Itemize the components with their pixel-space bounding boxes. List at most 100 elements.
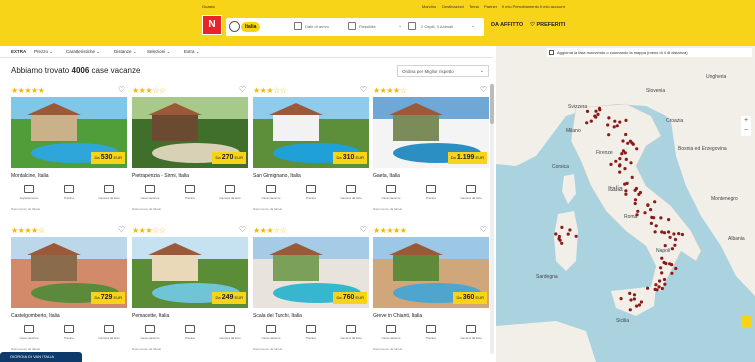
map-marker[interactable] xyxy=(663,244,667,248)
map-marker[interactable] xyxy=(626,141,630,145)
map-marker[interactable] xyxy=(568,228,572,232)
map-marker[interactable] xyxy=(668,235,672,239)
top-link[interactable]: Il mio account xyxy=(540,4,565,9)
listing-photo[interactable]: Da 360 EUR xyxy=(373,237,489,308)
map-marker[interactable] xyxy=(674,266,678,271)
map-marker[interactable] xyxy=(613,119,617,123)
map-marker[interactable] xyxy=(646,286,650,290)
heart-icon[interactable]: ♡ xyxy=(360,225,367,234)
map-marker[interactable] xyxy=(660,256,664,260)
map-marker[interactable] xyxy=(614,159,618,163)
sort-select[interactable]: Ordina per Miglior rispetto ⌄ xyxy=(397,65,489,77)
map-marker[interactable] xyxy=(585,121,589,125)
map-update-checkbox[interactable]: Aggiorna la lista muovendo o zoomando la… xyxy=(547,48,752,57)
listing-location[interactable]: Gaeta, Italia xyxy=(373,173,400,179)
map-marker[interactable] xyxy=(631,142,635,146)
map-marker[interactable] xyxy=(646,203,650,207)
listing-location[interactable]: Montalcine, Italia xyxy=(11,173,49,179)
map-marker[interactable] xyxy=(633,198,638,202)
filter-more[interactable]: Extra ⌄ xyxy=(184,49,200,55)
map-marker[interactable] xyxy=(662,260,666,265)
map-marker[interactable] xyxy=(598,108,602,112)
map-marker[interactable] xyxy=(673,243,677,247)
map-marker[interactable] xyxy=(660,271,664,275)
map-marker[interactable] xyxy=(639,300,643,304)
map[interactable]: Aggiorna la lista muovendo o zoomando la… xyxy=(496,46,755,362)
map-marker[interactable] xyxy=(670,247,674,251)
map-marker[interactable] xyxy=(574,234,578,238)
heart-icon[interactable]: ♡ xyxy=(239,85,246,94)
logo[interactable]: N xyxy=(202,15,222,35)
map-marker[interactable] xyxy=(612,125,616,129)
map-marker[interactable] xyxy=(628,291,632,295)
map-marker[interactable] xyxy=(623,151,627,155)
map-marker[interactable] xyxy=(633,188,637,192)
listing-photo[interactable]: Da 1.199 EUR xyxy=(373,97,489,168)
map-marker[interactable] xyxy=(619,297,623,301)
filter-extra[interactable]: EXTRA xyxy=(11,49,26,54)
country-pill[interactable]: Italia xyxy=(241,22,261,32)
map-marker[interactable] xyxy=(637,303,641,307)
top-link[interactable]: Partner xyxy=(484,4,497,9)
map-marker[interactable] xyxy=(677,232,681,236)
map-marker[interactable] xyxy=(653,230,657,234)
listing-card[interactable]: ★★★★☆ ♡ Da 729 EUR Castelgomberto, Itali… xyxy=(11,225,127,354)
map-marker[interactable] xyxy=(560,241,564,245)
map-marker[interactable] xyxy=(662,231,667,235)
map-marker[interactable] xyxy=(629,161,633,165)
map-marker[interactable] xyxy=(566,232,570,236)
checkbox-icon[interactable] xyxy=(549,50,554,55)
map-marker[interactable] xyxy=(560,225,564,229)
map-marker[interactable] xyxy=(606,123,610,127)
rent-button[interactable]: DA AFFITTO xyxy=(491,22,523,28)
map-marker[interactable] xyxy=(649,208,653,212)
filter-price[interactable]: Prezzo ⌄ xyxy=(34,49,53,55)
map-marker[interactable] xyxy=(621,139,625,143)
map-marker[interactable] xyxy=(654,283,658,287)
map-marker[interactable] xyxy=(623,167,627,171)
map-marker[interactable] xyxy=(632,293,637,297)
map-marker[interactable] xyxy=(623,182,627,186)
heart-icon[interactable]: ♡ xyxy=(360,85,367,94)
search-bar[interactable]: Italia Date di arrivo Flessibile ⌄ 2 Osp… xyxy=(226,18,484,36)
map-marker[interactable] xyxy=(660,286,664,291)
dates-field[interactable]: Date di arrivo xyxy=(305,24,329,29)
map-marker[interactable] xyxy=(618,157,622,161)
heart-icon[interactable]: ♡ xyxy=(118,225,125,234)
listing-card[interactable]: ★★★☆☆ ♡ Da 310 EUR San Gimignano, Italia… xyxy=(253,85,369,214)
map-marker[interactable] xyxy=(624,118,628,122)
map-marker[interactable] xyxy=(624,189,628,193)
floating-cta-button[interactable]: GIORGIA DI VAN ITALIA xyxy=(0,352,82,362)
zoom-out-button[interactable]: − xyxy=(741,126,751,136)
map-marker[interactable] xyxy=(624,157,628,161)
map-marker[interactable] xyxy=(632,297,636,301)
map-marker[interactable] xyxy=(658,279,662,283)
filter-features[interactable]: Caratteristiche ⌄ xyxy=(66,49,100,55)
favorites-button[interactable]: ♡ PREFERITI xyxy=(530,22,565,28)
map-marker[interactable] xyxy=(650,215,654,219)
heart-icon[interactable]: ♡ xyxy=(239,225,246,234)
map-marker[interactable] xyxy=(680,232,684,237)
map-marker[interactable] xyxy=(558,238,562,242)
listing-photo[interactable]: Da 249 EUR xyxy=(132,237,248,308)
map-marker[interactable] xyxy=(618,170,622,174)
listing-card[interactable]: ★★★★★ ♡ Da 360 EUR Greve in Chianti, Ita… xyxy=(373,225,489,354)
listing-location[interactable]: Greve in Chianti, Italia xyxy=(373,313,422,319)
filter-selections[interactable]: Selezioni ⌄ xyxy=(147,49,170,55)
map-marker[interactable] xyxy=(607,116,611,120)
listing-location[interactable]: Pemacette, Italia xyxy=(132,313,169,319)
listing-photo[interactable]: Da 760 EUR xyxy=(253,237,369,308)
listing-location[interactable]: Pietrapenzia - Sirmi, Italia xyxy=(132,173,189,179)
map-marker[interactable] xyxy=(649,221,653,225)
map-marker[interactable] xyxy=(620,152,624,156)
map-marker[interactable] xyxy=(655,288,659,292)
map-marker[interactable] xyxy=(660,230,664,234)
heart-icon[interactable]: ♡ xyxy=(480,225,487,234)
listing-location[interactable]: Castelgomberto, Italia xyxy=(11,313,60,319)
listing-photo[interactable]: Da 310 EUR xyxy=(253,97,369,168)
top-link[interactable]: Guasto xyxy=(202,4,215,9)
map-marker[interactable] xyxy=(585,109,590,113)
map-marker[interactable] xyxy=(643,211,647,215)
map-marker[interactable] xyxy=(596,112,600,116)
map-marker[interactable] xyxy=(607,133,611,137)
